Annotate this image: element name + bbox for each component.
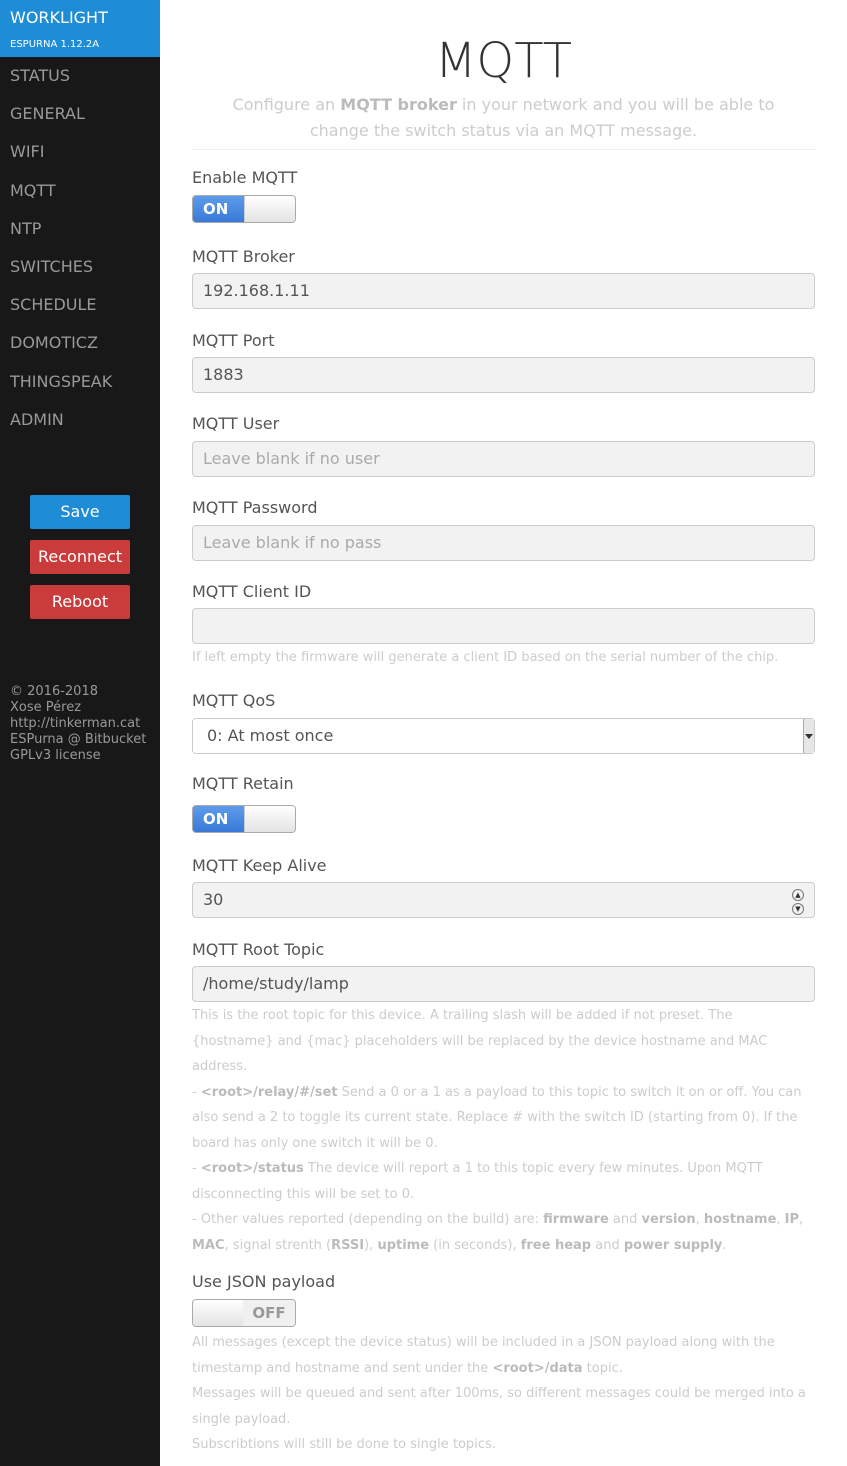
user-label: MQTT User xyxy=(192,414,280,433)
spinner-down-icon[interactable]: ▼ xyxy=(792,903,804,915)
hint-relay-code: <root>/relay/#/set xyxy=(200,1084,338,1100)
brand-title: WORKLIGHT xyxy=(10,8,108,27)
broker-input[interactable]: 192.168.1.11 xyxy=(192,273,815,309)
hint-firmware: firmware xyxy=(543,1212,609,1227)
sidebar-item-domoticz[interactable]: DOMOTICZ xyxy=(0,324,160,362)
user-input[interactable]: Leave blank if no user xyxy=(192,441,815,477)
hint-hostname: hostname xyxy=(703,1212,777,1227)
password-input[interactable]: Leave blank if no pass xyxy=(192,525,815,561)
root-topic-hint: This is the root topic for this device. … xyxy=(192,1003,815,1258)
reconnect-button[interactable]: Reconnect xyxy=(30,540,130,574)
toggle-on-label: ON xyxy=(193,806,245,832)
keep-alive-label: MQTT Keep Alive xyxy=(192,856,327,875)
footer-website-link[interactable]: http://tinkerman.cat xyxy=(10,716,146,732)
hint-text: , xyxy=(695,1212,704,1227)
sidebar-item-ntp[interactable]: NTP xyxy=(0,210,160,248)
qos-selected-value: 0: At most once xyxy=(207,726,334,745)
footer-author: Xose Pérez xyxy=(10,700,82,715)
sidebar-item-mqtt[interactable]: MQTT xyxy=(0,172,160,210)
retain-toggle[interactable]: ON xyxy=(192,805,296,833)
root-topic-hint-relay: - <root>/relay/#/set Send a 0 or a 1 as … xyxy=(192,1084,802,1151)
save-button[interactable]: Save xyxy=(30,495,130,529)
hint-text: topic. xyxy=(582,1360,623,1376)
hint-status-code: <root>/status xyxy=(200,1161,304,1176)
root-topic-input[interactable]: /home/study/lamp xyxy=(192,966,815,1002)
number-spinner[interactable]: ▲ ▼ xyxy=(792,889,804,915)
footer-repo-link[interactable]: ESPurna @ Bitbucket xyxy=(10,732,146,748)
keep-alive-value: 30 xyxy=(203,890,224,909)
hint-free-heap: free heap xyxy=(520,1237,592,1253)
hint-text: All messages (except the device status) … xyxy=(192,1335,775,1376)
page-title: MQTT xyxy=(435,33,572,89)
port-label: MQTT Port xyxy=(192,331,275,350)
hint-power-supply: power supply xyxy=(623,1237,723,1253)
root-topic-hint-other: - Other values reported (depending on th… xyxy=(192,1212,804,1253)
main-content: MQTT Configure an MQTT broker in your ne… xyxy=(192,0,815,1452)
toggle-knob xyxy=(244,806,295,832)
json-payload-hint-main: All messages (except the device status) … xyxy=(192,1330,815,1381)
subtitle-pre: Configure an xyxy=(232,95,341,114)
footer-license-link[interactable]: GPLv3 license xyxy=(10,748,146,764)
hint-version: version xyxy=(641,1212,696,1227)
brand[interactable]: WORKLIGHT ESPURNA 1.12.2A xyxy=(0,0,160,57)
enable-mqtt-label: Enable MQTT xyxy=(192,168,298,187)
brand-version: ESPURNA 1.12.2A xyxy=(10,39,100,50)
hint-data-code: <root>/data xyxy=(492,1360,583,1376)
broker-label: MQTT Broker xyxy=(192,247,295,266)
hint-rssi: RSSI xyxy=(331,1237,365,1253)
hint-text: , xyxy=(799,1212,804,1227)
sidebar-item-general[interactable]: GENERAL xyxy=(0,95,160,133)
retain-label: MQTT Retain xyxy=(192,774,294,793)
hint-other-pre: Other values reported (depending on the … xyxy=(200,1212,544,1227)
json-payload-hint: All messages (except the device status) … xyxy=(192,1330,815,1458)
root-topic-label: MQTT Root Topic xyxy=(192,940,325,959)
json-payload-label: Use JSON payload xyxy=(192,1272,336,1291)
hint-text: and xyxy=(608,1212,642,1227)
page-header: MQTT Configure an MQTT broker in your ne… xyxy=(192,0,815,150)
enable-mqtt-toggle[interactable]: ON xyxy=(192,195,296,223)
sidebar-footer: © 2016-2018 Xose Pérez http://tinkerman.… xyxy=(10,684,146,764)
client-id-hint: If left empty the firmware will generate… xyxy=(192,650,779,665)
hint-text: and xyxy=(591,1237,624,1253)
hint-ip: IP xyxy=(784,1212,800,1227)
json-payload-hint-queue: Messages will be queued and sent after 1… xyxy=(192,1386,806,1427)
sidebar-item-admin[interactable]: ADMIN xyxy=(0,401,160,439)
toggle-knob xyxy=(244,196,295,222)
hint-text: (in seconds), xyxy=(429,1237,521,1253)
page-subtitle: Configure an MQTT broker in your network… xyxy=(232,92,775,144)
hint-text: . xyxy=(722,1237,727,1253)
spinner-up-icon[interactable]: ▲ xyxy=(792,889,804,901)
toggle-off-label: OFF xyxy=(243,1300,295,1326)
sidebar: WORKLIGHT ESPURNA 1.12.2A STATUS GENERAL… xyxy=(0,0,160,1466)
qos-select[interactable]: 0: At most once xyxy=(192,718,815,754)
toggle-knob xyxy=(193,1300,245,1326)
hint-text: , signal strenth ( xyxy=(224,1237,332,1253)
toggle-on-label: ON xyxy=(193,196,245,222)
sidebar-item-switches[interactable]: SWITCHES xyxy=(0,248,160,286)
footer-copyright: © 2016-2018 xyxy=(10,684,98,699)
hint-text: , xyxy=(776,1212,785,1227)
hint-text: ), xyxy=(364,1237,378,1253)
sidebar-item-status[interactable]: STATUS xyxy=(0,57,160,95)
json-payload-hint-subs: Subscribtions will still be done to sing… xyxy=(192,1437,496,1452)
sidebar-item-thingspeak[interactable]: THINGSPEAK xyxy=(0,363,160,401)
json-payload-toggle[interactable]: OFF xyxy=(192,1299,296,1327)
sidebar-item-wifi[interactable]: WIFI xyxy=(0,133,160,171)
reboot-button[interactable]: Reboot xyxy=(30,585,130,619)
keep-alive-input[interactable]: 30 ▲ ▼ xyxy=(192,882,815,918)
client-id-label: MQTT Client ID xyxy=(192,582,312,601)
root-topic-hint-intro: This is the root topic for this device. … xyxy=(192,1008,768,1074)
client-id-input[interactable] xyxy=(192,608,815,644)
sidebar-item-schedule[interactable]: SCHEDULE xyxy=(0,286,160,324)
password-label: MQTT Password xyxy=(192,498,318,517)
root-topic-hint-status: - <root>/status The device will report a… xyxy=(192,1161,763,1202)
sidebar-menu: STATUS GENERAL WIFI MQTT NTP SWITCHES SC… xyxy=(0,57,160,439)
hint-uptime: uptime xyxy=(377,1237,430,1253)
chevron-down-icon xyxy=(803,719,814,753)
subtitle-bold: MQTT broker xyxy=(340,95,457,114)
port-input[interactable]: 1883 xyxy=(192,357,815,393)
qos-label: MQTT QoS xyxy=(192,691,276,710)
hint-mac: MAC xyxy=(192,1237,225,1253)
